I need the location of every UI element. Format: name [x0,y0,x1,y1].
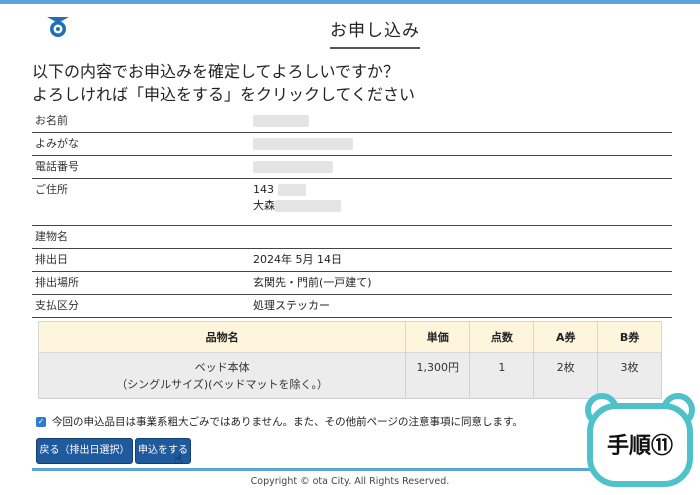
applicant-info-table: お名前 よみがな 電話番号 ご住所 143 大森 建物名 排出日 2024年 5… [32,110,672,318]
footer-divider [32,468,612,471]
apply-button[interactable]: 申込をする [135,438,191,464]
item-name-line-2: （シングルサイズ)(ベッドマットを除く。） [116,378,328,391]
table-row: ベッド本体 （シングルサイズ)(ベッドマットを除く。） 1,300円 1 2枚 … [37,352,662,399]
info-row-building: 建物名 [32,225,672,249]
header-b-ticket: B券 [597,321,662,353]
item-count: 1 [469,352,535,399]
redacted-kana [253,138,353,150]
info-row-place: 排出場所 玄関先・門前(一戸建て) [32,271,672,295]
kana-label: よみがな [32,132,253,156]
info-row-name: お名前 [32,110,672,133]
redacted-postal [277,184,306,196]
top-accent-bar [0,0,700,4]
header-price: 単価 [405,321,471,353]
info-row-date: 排出日 2024年 5月 14日 [32,248,672,272]
header-item-name: 品物名 [37,321,407,353]
item-name-line-1: ベッド本体 [194,361,250,374]
item-name-cell: ベッド本体 （シングルサイズ)(ベッドマットを除く。） [37,352,407,399]
building-label: 建物名 [32,225,253,249]
place-label: 排出場所 [32,271,253,295]
confirm-message: 以下の内容でお申込みを確定してよろしいですか？ よろしければ「申込をする」をクリ… [32,60,415,106]
agreement-checkbox[interactable]: ✓ [36,416,46,427]
name-label: お名前 [32,110,253,133]
date-label: 排出日 [32,248,253,272]
payment-value: 処理ステッカー [253,294,672,318]
info-row-kana: よみがな [32,132,672,156]
place-value: 玄関先・門前(一戸建て) [253,271,672,295]
address-label: ご住所 [32,178,253,226]
item-price: 1,300円 [405,352,471,399]
phone-label: 電話番号 [32,155,253,179]
confirm-line-2: よろしければ「申込をする」をクリックしてください [32,85,416,104]
back-button[interactable]: 戻る（排出日選択） [36,438,133,464]
agreement-text: 今回の申込品目は事業系粗大ごみではありません。また、その他前ページの注意事項に同… [52,416,523,428]
city-logo-icon [47,17,69,37]
info-row-phone: 電話番号 [32,155,672,179]
redacted-name [253,115,309,127]
redacted-phone [253,161,333,173]
items-header-row: 品物名 単価 点数 A券 B券 [37,321,662,353]
confirm-line-1: 以下の内容でお申込みを確定してよろしいですか？ [32,62,400,81]
date-value: 2024年 5月 14日 [253,248,672,272]
header-count: 点数 [469,321,535,353]
payment-label: 支払区分 [32,294,253,318]
page-title: お申し込み [330,16,420,49]
header-a-ticket: A券 [533,321,599,353]
step-label: 手順⑪ [606,434,673,459]
agreement-row[interactable]: ✓ 今回の申込品目は事業系粗大ごみではありません。また、その他前ページの注意事項… [36,414,523,429]
hand-cursor-icon: ☝ [174,452,183,468]
address-value: 大森 [253,199,275,212]
info-row-address: ご住所 143 大森 [32,178,672,226]
redacted-address [275,200,341,212]
postal-code: 143 [253,183,274,196]
info-row-payment: 支払区分 処理ステッカー [32,294,672,318]
items-table: 品物名 単価 点数 A券 B券 ベッド本体 （シングルサイズ)(ベッドマットを除… [37,321,662,399]
